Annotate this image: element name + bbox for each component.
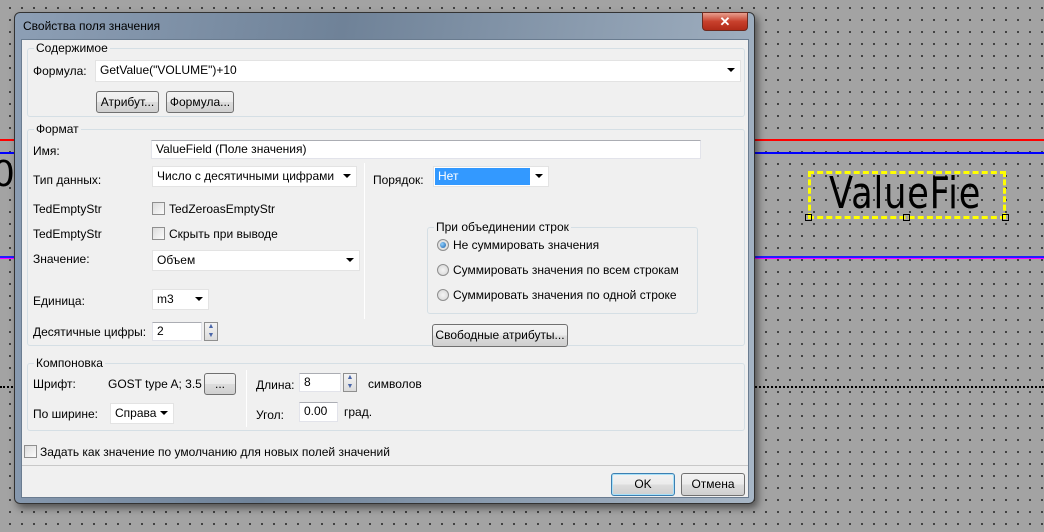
formula-button[interactable]: Формула... — [166, 91, 234, 113]
set-default-checkbox[interactable] — [24, 445, 37, 458]
length-spinner[interactable]: ▲ ▼ — [343, 373, 357, 392]
layout-divider — [246, 370, 247, 427]
dialog-client: Содержимое Формула: GetValue("VOLUME")+1… — [21, 39, 749, 498]
length-label: Длина: — [256, 378, 295, 392]
value-value: Объем — [157, 253, 196, 267]
chevron-down-icon — [535, 174, 543, 178]
radio-sum-all-rows[interactable] — [437, 264, 449, 276]
hide-on-output-checkbox[interactable] — [152, 227, 165, 240]
spin-up-icon[interactable]: ▲ — [205, 323, 217, 332]
set-default-label: Задать как значение по умолчанию для нов… — [40, 445, 390, 459]
value-combobox[interactable]: Объем — [152, 250, 360, 271]
unit-label: Единица: — [33, 294, 85, 308]
width-align-combobox[interactable]: Справа — [110, 403, 174, 424]
name-input[interactable]: ValueField (Поле значения) — [151, 140, 701, 159]
formula-combobox[interactable]: GetValue("VOLUME")+10 — [95, 60, 741, 82]
layout-group-title: Компоновка — [34, 356, 105, 370]
width-align-value: Справа — [115, 406, 157, 420]
footer-separator — [22, 465, 748, 466]
canvas-partial-glyph: 0 — [0, 154, 15, 195]
merge-rows-title: При объединении строк — [434, 220, 571, 234]
value-label: Значение: — [33, 252, 90, 266]
radio-sum-one-row[interactable] — [437, 289, 449, 301]
ok-button[interactable]: OK — [611, 473, 675, 496]
chevron-down-icon — [160, 411, 168, 415]
close-icon: ✕ — [719, 14, 731, 29]
datatype-value: Число с десятичными цифрами — [157, 169, 335, 183]
spin-down-icon[interactable]: ▼ — [205, 332, 217, 341]
angle-unit: град. — [344, 405, 373, 419]
radio-sum-all-rows-label: Суммировать значения по всем строкам — [453, 263, 679, 277]
spin-down-icon[interactable]: ▼ — [344, 383, 356, 392]
chevron-down-icon — [346, 258, 354, 262]
row1-label: TedEmptyStr — [33, 202, 102, 216]
spin-up-icon[interactable]: ▲ — [344, 374, 356, 383]
decimals-label: Десятичные цифры: — [33, 325, 147, 339]
selection-handle[interactable] — [805, 214, 812, 221]
row2-label: TedEmptyStr — [33, 227, 102, 241]
angle-input[interactable]: 0.00 — [299, 402, 338, 422]
radio-no-sum-label: Не суммировать значения — [453, 238, 600, 252]
order-label: Порядок: — [373, 173, 424, 187]
dialog-title: Свойства поля значения — [23, 19, 161, 33]
name-label: Имя: — [33, 144, 60, 158]
selection-handle[interactable] — [903, 214, 910, 221]
zeroas-empty-label: TedZeroasEmptyStr — [169, 202, 276, 216]
cancel-button[interactable]: Отмена — [681, 473, 745, 496]
datatype-label: Тип данных: — [33, 173, 102, 187]
datatype-combobox[interactable]: Число с десятичными цифрами — [152, 166, 357, 187]
zeroas-empty-checkbox[interactable] — [152, 202, 165, 215]
formula-label: Формула: — [33, 64, 87, 78]
length-unit: символов — [368, 377, 422, 391]
decimals-spinner[interactable]: ▲ ▼ — [204, 322, 218, 341]
unit-value: m3 — [157, 292, 174, 306]
angle-label: Угол: — [256, 408, 284, 422]
chevron-down-icon — [343, 174, 351, 178]
font-picker-button[interactable]: ... — [204, 373, 236, 395]
length-input[interactable]: 8 — [299, 373, 341, 392]
content-group-title: Содержимое — [34, 41, 110, 55]
chevron-down-icon — [727, 68, 735, 72]
close-button[interactable]: ✕ — [702, 12, 748, 31]
formula-value: GetValue("VOLUME")+10 — [100, 63, 237, 77]
attribute-button[interactable]: Атрибут... — [96, 91, 159, 113]
font-label: Шрифт: — [33, 377, 76, 391]
width-align-label: По ширине: — [33, 407, 98, 421]
font-value: GOST type A; 3.5 — [108, 377, 202, 391]
order-value: Нет — [435, 168, 530, 185]
format-group-title: Формат — [34, 122, 81, 136]
unit-combobox[interactable]: m3 — [152, 289, 209, 310]
radio-sum-one-row-label: Суммировать значения по одной строке — [453, 288, 677, 302]
decimals-input[interactable]: 2 — [152, 322, 202, 341]
radio-no-sum[interactable] — [437, 239, 449, 251]
selection-handle[interactable] — [1002, 214, 1009, 221]
chevron-down-icon — [195, 297, 203, 301]
free-attributes-button[interactable]: Свободные атрибуты... — [432, 324, 568, 347]
value-field-properties-dialog: Свойства поля значения ✕ Содержимое Форм… — [14, 12, 755, 504]
value-field-text: ValueFie — [829, 171, 982, 219]
format-divider — [364, 163, 365, 319]
value-field-object[interactable]: ValueFie — [808, 171, 1006, 219]
order-combobox[interactable]: Нет — [433, 166, 549, 187]
hide-on-output-label: Скрыть при выводе — [169, 227, 278, 241]
